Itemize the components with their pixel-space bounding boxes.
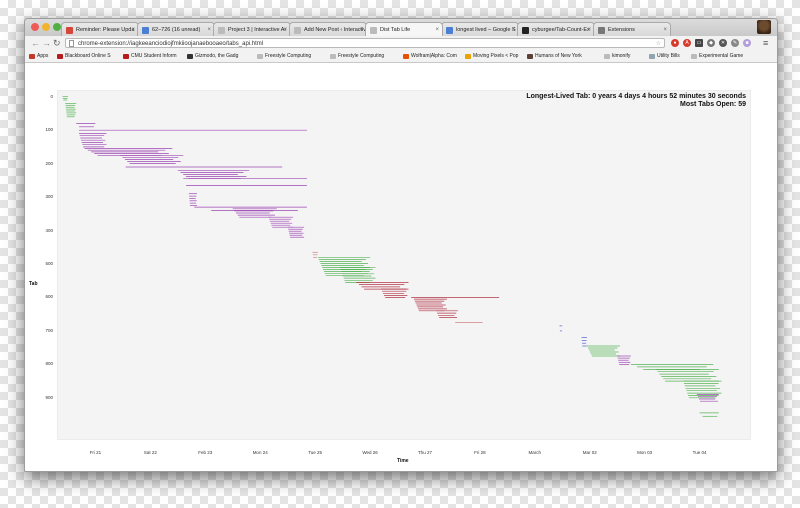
bookmark-item[interactable]: Utility Bills [649, 51, 680, 62]
bookmark-label: CMU Student Inform [131, 53, 177, 59]
address-bar[interactable]: chrome-extension://iagkeeanciodiojfmkiio… [65, 38, 665, 48]
tab-favicon-icon [218, 27, 225, 34]
tab-label: Project 3 | Interactive Ar [228, 27, 287, 33]
bookmark-item[interactable]: Humans of New York [527, 51, 582, 62]
tab-close-icon[interactable]: × [511, 23, 515, 36]
bookmark-favicon-icon [604, 54, 610, 59]
tab-favicon-icon [446, 27, 453, 34]
tab-favicon-icon [142, 27, 149, 34]
tab-close-icon[interactable]: × [587, 23, 591, 36]
browser-tab-1[interactable]: Reminder: Please Upda × [61, 22, 139, 36]
tab-close-icon[interactable]: × [435, 23, 439, 36]
bookmark-favicon-icon [123, 54, 129, 59]
bookmark-item[interactable]: Moving Pixels < Pop [465, 51, 518, 62]
reload-icon[interactable]: ↻ [53, 37, 61, 49]
url-text: chrome-extension://iagkeeanciodiojfmkiio… [78, 41, 264, 47]
bookmark-label: Humans of New York [535, 53, 582, 59]
extension-1-icon[interactable]: ● [671, 39, 679, 47]
browser-tab-5[interactable]: Dist Tab Life × [365, 22, 443, 36]
bookmark-favicon-icon [649, 54, 655, 59]
bookmark-label: Freestyle Computing [338, 53, 385, 59]
tab-close-icon[interactable]: × [663, 23, 667, 36]
bookmark-item[interactable]: Blackboard Online S [57, 51, 111, 62]
bookmark-label: Blackboard Online S [65, 53, 111, 59]
forward-icon[interactable]: → [42, 37, 51, 49]
browser-tab-6[interactable]: longest lived – Google S × [441, 22, 519, 36]
tab-label: Reminder: Please Upda [76, 27, 135, 33]
tab-close-icon[interactable]: × [283, 23, 287, 36]
extension-4-icon[interactable]: ◆ [707, 39, 715, 47]
extension-2-icon[interactable]: A [683, 39, 691, 47]
menu-icon[interactable]: ≡ [763, 37, 768, 49]
bookmark-item[interactable]: Apps [29, 51, 48, 62]
browser-toolbar: ← → ↻ chrome-extension://iagkeeanciodioj… [25, 36, 777, 52]
bookmark-favicon-icon [403, 54, 409, 59]
bookmark-label: Moving Pixels < Pop [473, 53, 519, 59]
bookmark-favicon-icon [527, 54, 533, 59]
bookmark-label: Gizmodo, the Gadg [195, 53, 239, 59]
tab-label: 62–726 (16 unread) [152, 27, 201, 33]
page-icon [69, 40, 74, 47]
browser-tab-2[interactable]: 62–726 (16 unread) × [137, 22, 215, 36]
tab-close-icon[interactable]: × [207, 23, 211, 36]
tab-favicon-icon [598, 27, 605, 34]
minimize-window-button[interactable] [42, 23, 50, 31]
tab-close-icon[interactable]: × [131, 23, 135, 36]
tab-label: longest lived – Google S [456, 27, 516, 33]
extension-3-icon[interactable]: ▭ [695, 39, 703, 47]
bookmark-label: Experimental Game [699, 53, 744, 59]
tab-favicon-icon [294, 27, 301, 34]
extension-6-icon[interactable]: ✎ [731, 39, 739, 47]
browser-tab-4[interactable]: Add New Post ‹ Interactiv × [289, 22, 367, 36]
browser-tab-3[interactable]: Project 3 | Interactive Ar × [213, 22, 291, 36]
bookmark-item[interactable]: Freestyle Computing [257, 51, 311, 62]
tab-label: cyburgee/Tab-Count-Ex [532, 27, 590, 33]
bookmark-favicon-icon [330, 54, 336, 59]
bookmark-favicon-icon [57, 54, 63, 59]
bookmark-favicon-icon [465, 54, 471, 59]
chart-marks [62, 96, 722, 417]
extension-5-icon[interactable]: ✕ [719, 39, 727, 47]
bookmark-favicon-icon [187, 54, 193, 59]
bookmark-label: Freestyle Computing [265, 53, 312, 59]
bookmark-item[interactable]: CMU Student Inform [123, 51, 177, 62]
browser-tab-7[interactable]: cyburgee/Tab-Count-Ex × [517, 22, 595, 36]
browser-tab-8[interactable]: Extensions × [593, 22, 671, 36]
bookmark-item[interactable]: Experimental Game [691, 51, 743, 62]
profile-avatar[interactable] [757, 20, 771, 34]
bookmark-star-icon[interactable]: ☆ [656, 39, 661, 49]
tab-label: Extensions [608, 27, 635, 33]
close-window-button[interactable] [31, 23, 39, 31]
extension-7-icon[interactable]: ■ [743, 39, 751, 47]
bookmark-label: Utility Bills [657, 53, 680, 59]
bookmarks-bar: Apps Blackboard Online S CMU Student Infor… [25, 51, 777, 63]
browser-window: Reminder: Please Upda × 62–726 (16 unread)… [24, 18, 778, 472]
bookmark-item[interactable]: kimonify [604, 51, 630, 62]
bookmark-favicon-icon [257, 54, 263, 59]
tab-close-icon[interactable]: × [359, 23, 363, 36]
bookmark-label: Wolfram|Alpha: Com [411, 53, 457, 59]
tab-favicon-icon [66, 27, 73, 34]
bookmark-item[interactable]: Gizmodo, the Gadg [187, 51, 238, 62]
zoom-window-button[interactable] [53, 23, 61, 31]
tab-label: Add New Post ‹ Interactiv [304, 27, 367, 33]
tab-favicon-icon [522, 27, 529, 34]
tab-favicon-icon [370, 27, 377, 34]
bookmark-item[interactable]: Freestyle Computing [330, 51, 384, 62]
page-content: Longest-Lived Tab: 0 years 4 days 4 hour… [25, 63, 777, 471]
bookmark-item[interactable]: Wolfram|Alpha: Com [403, 51, 457, 62]
bookmark-favicon-icon [691, 54, 697, 59]
bookmark-label: kimonify [612, 53, 631, 59]
bookmark-favicon-icon [29, 54, 35, 59]
tab-label: Dist Tab Life [380, 27, 411, 33]
back-icon[interactable]: ← [31, 37, 40, 49]
bookmark-label: Apps [37, 53, 49, 59]
tab-strip: Reminder: Please Upda × 62–726 (16 unread)… [25, 19, 777, 36]
